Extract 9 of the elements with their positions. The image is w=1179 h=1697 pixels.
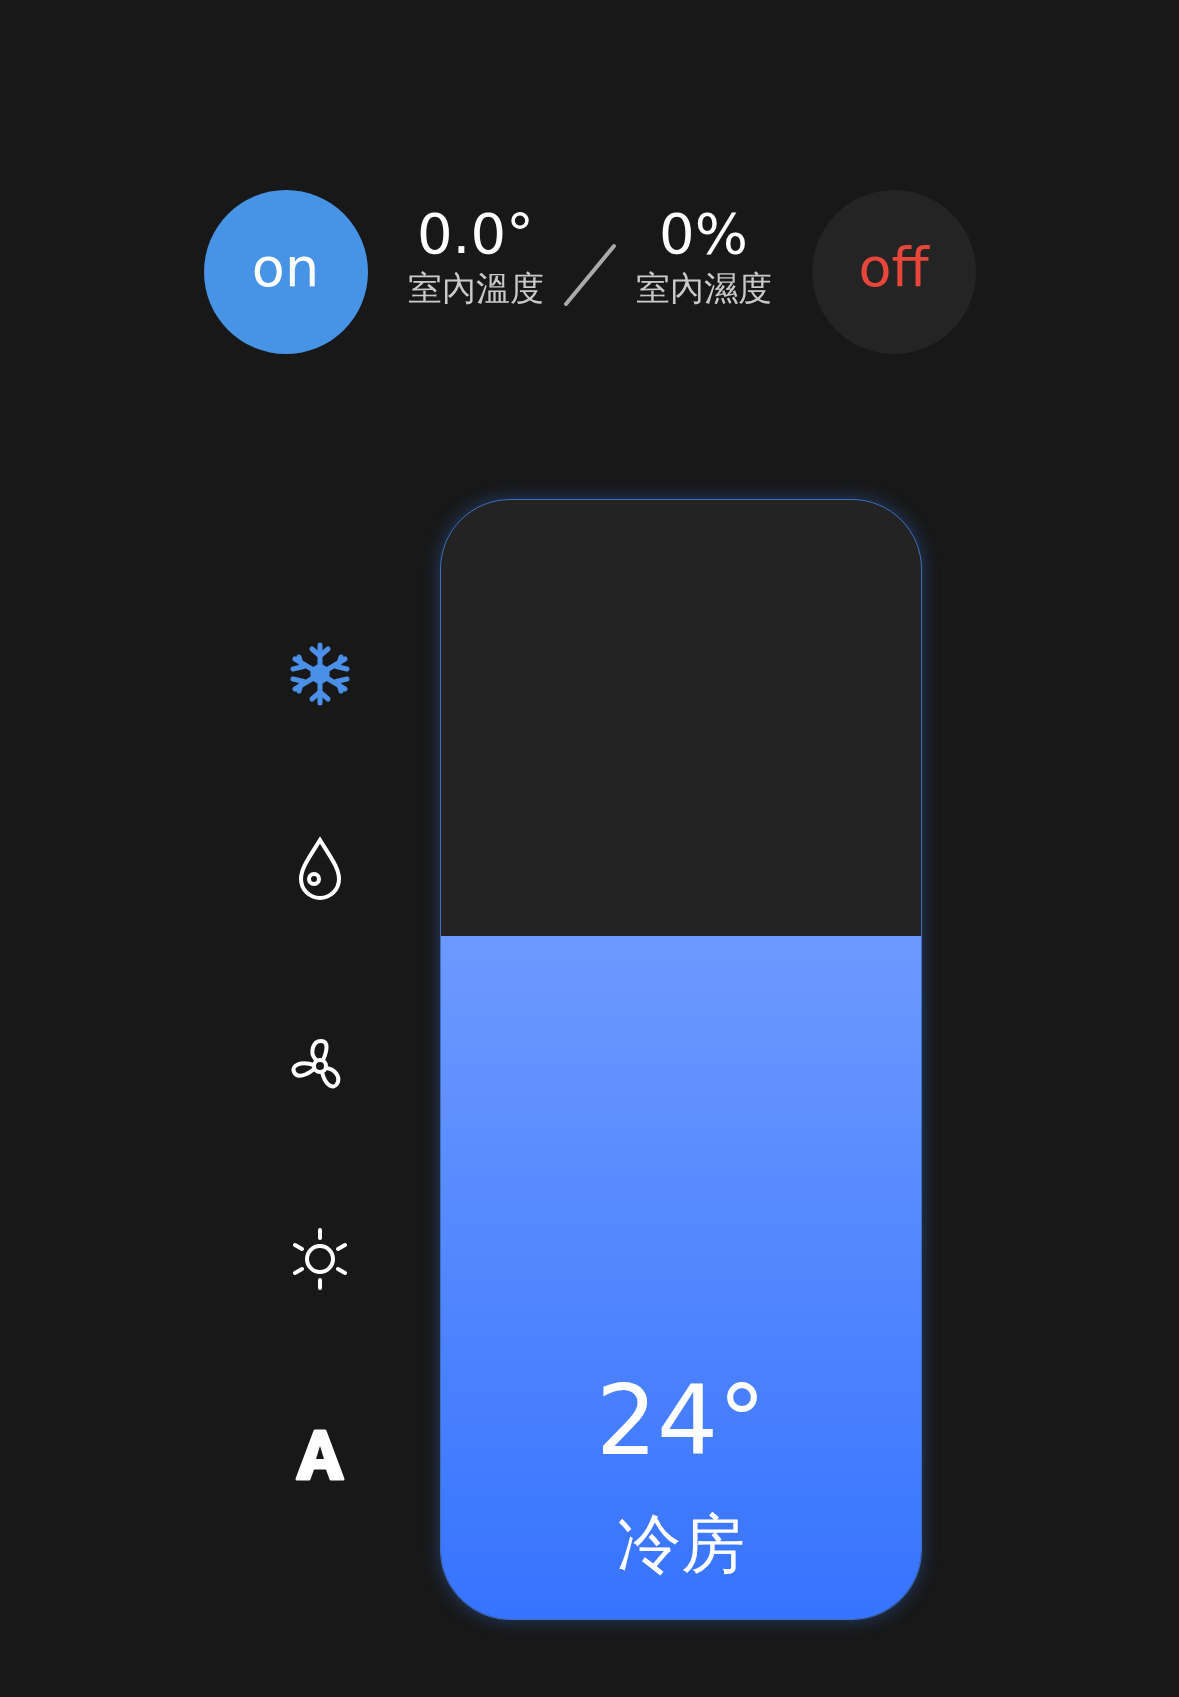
- temperature-slider[interactable]: 24° 冷房: [440, 499, 922, 1620]
- temperature-label: 室內溫度: [407, 268, 544, 309]
- temperature-value: 0.0°: [415, 206, 536, 262]
- power-on-button[interactable]: on: [203, 190, 368, 354]
- set-temperature: 24°: [595, 1373, 767, 1469]
- humidity-value: 0%: [658, 206, 749, 262]
- mode-label: 冷房: [617, 1506, 745, 1581]
- power-off-button[interactable]: off: [811, 190, 976, 354]
- humidity-label: 室內濕度: [635, 268, 772, 309]
